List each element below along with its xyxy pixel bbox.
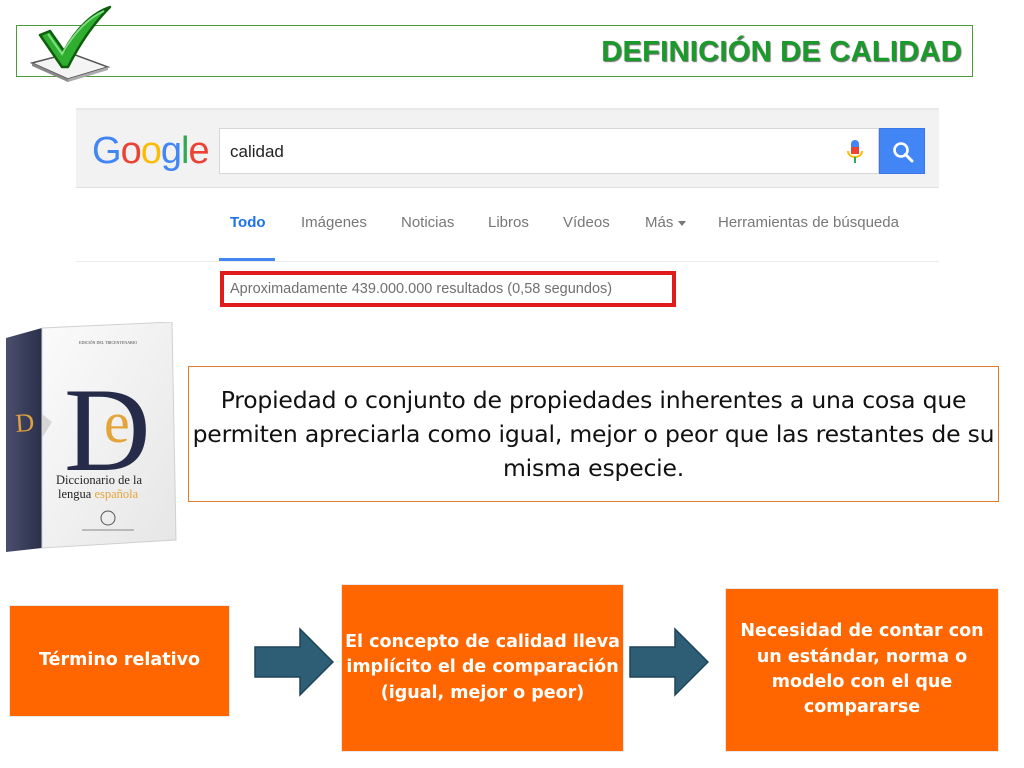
arrow-right-icon: [629, 627, 709, 697]
definition-text: Propiedad o conjunto de propiedades inhe…: [192, 385, 995, 483]
header-frame: DEFINICIÓN DE CALIDAD: [16, 25, 973, 77]
book-title-line1: Diccionario de la: [56, 473, 143, 487]
definition-box: Propiedad o conjunto de propiedades inhe…: [188, 366, 999, 502]
tab-imagenes[interactable]: Imágenes: [301, 214, 367, 231]
flow-box-concepto-comparacion: El concepto de calidad lleva implícito e…: [341, 584, 624, 752]
svg-text:e: e: [104, 390, 130, 455]
logo-letter: o: [120, 130, 142, 172]
logo-letter: e: [188, 130, 209, 172]
caret-down-icon: [678, 220, 687, 226]
flow-box-text: Necesidad de contar con un estándar, nor…: [740, 621, 984, 718]
checkmark-icon: [29, 5, 112, 82]
results-count: Aproximadamente 439.000.000 resultados (…: [230, 281, 613, 297]
tab-videos[interactable]: Vídeos: [563, 214, 610, 231]
book-title-line3: española: [94, 487, 138, 501]
google-search-screenshot: Google calidad Todo Imágenes Noticias Li…: [76, 108, 939, 313]
flow-box-necesidad-estandar: Necesidad de contar con un estándar, nor…: [725, 588, 999, 752]
tab-todo[interactable]: Todo: [230, 214, 266, 231]
tab-mas-label: Más: [645, 214, 674, 231]
search-query: calidad: [230, 142, 284, 161]
tab-herramientas[interactable]: Herramientas de búsqueda: [718, 214, 899, 231]
search-icon: [893, 142, 914, 163]
google-logo: Google: [92, 130, 210, 173]
tab-libros[interactable]: Libros: [488, 214, 529, 231]
tab-mas[interactable]: Más: [645, 214, 687, 231]
search-tabs: Todo Imágenes Noticias Libros Vídeos Más…: [76, 196, 939, 262]
flow-box-text: Término relativo: [38, 650, 201, 671]
microphone-icon[interactable]: [847, 139, 863, 165]
flow-box-termino-relativo: Término relativo: [9, 605, 230, 717]
active-tab-indicator: [219, 258, 275, 261]
logo-letter: G: [92, 130, 122, 172]
dictionary-book-image: D EDICIÓN DEL TRICENTENARIO D e Dicciona…: [6, 322, 177, 552]
logo-letter: o: [140, 130, 162, 172]
book-title-line2: lengua: [58, 487, 92, 501]
svg-text:EDICIÓN DEL TRICENTENARIO: EDICIÓN DEL TRICENTENARIO: [79, 340, 137, 345]
search-bar-area: Google calidad: [76, 108, 939, 188]
arrow-right-icon: [254, 627, 334, 697]
flow-box-text: El concepto de calidad lleva implícito e…: [345, 631, 620, 703]
page-title: DEFINICIÓN DE CALIDAD: [601, 36, 962, 68]
tab-noticias[interactable]: Noticias: [401, 214, 454, 231]
svg-text:D: D: [14, 408, 35, 438]
search-button[interactable]: [879, 128, 925, 174]
results-count-highlight: Aproximadamente 439.000.000 resultados (…: [220, 271, 676, 307]
svg-text:lengua española: lengua española: [58, 487, 139, 501]
logo-letter: g: [160, 130, 182, 172]
search-input[interactable]: calidad: [219, 128, 879, 174]
